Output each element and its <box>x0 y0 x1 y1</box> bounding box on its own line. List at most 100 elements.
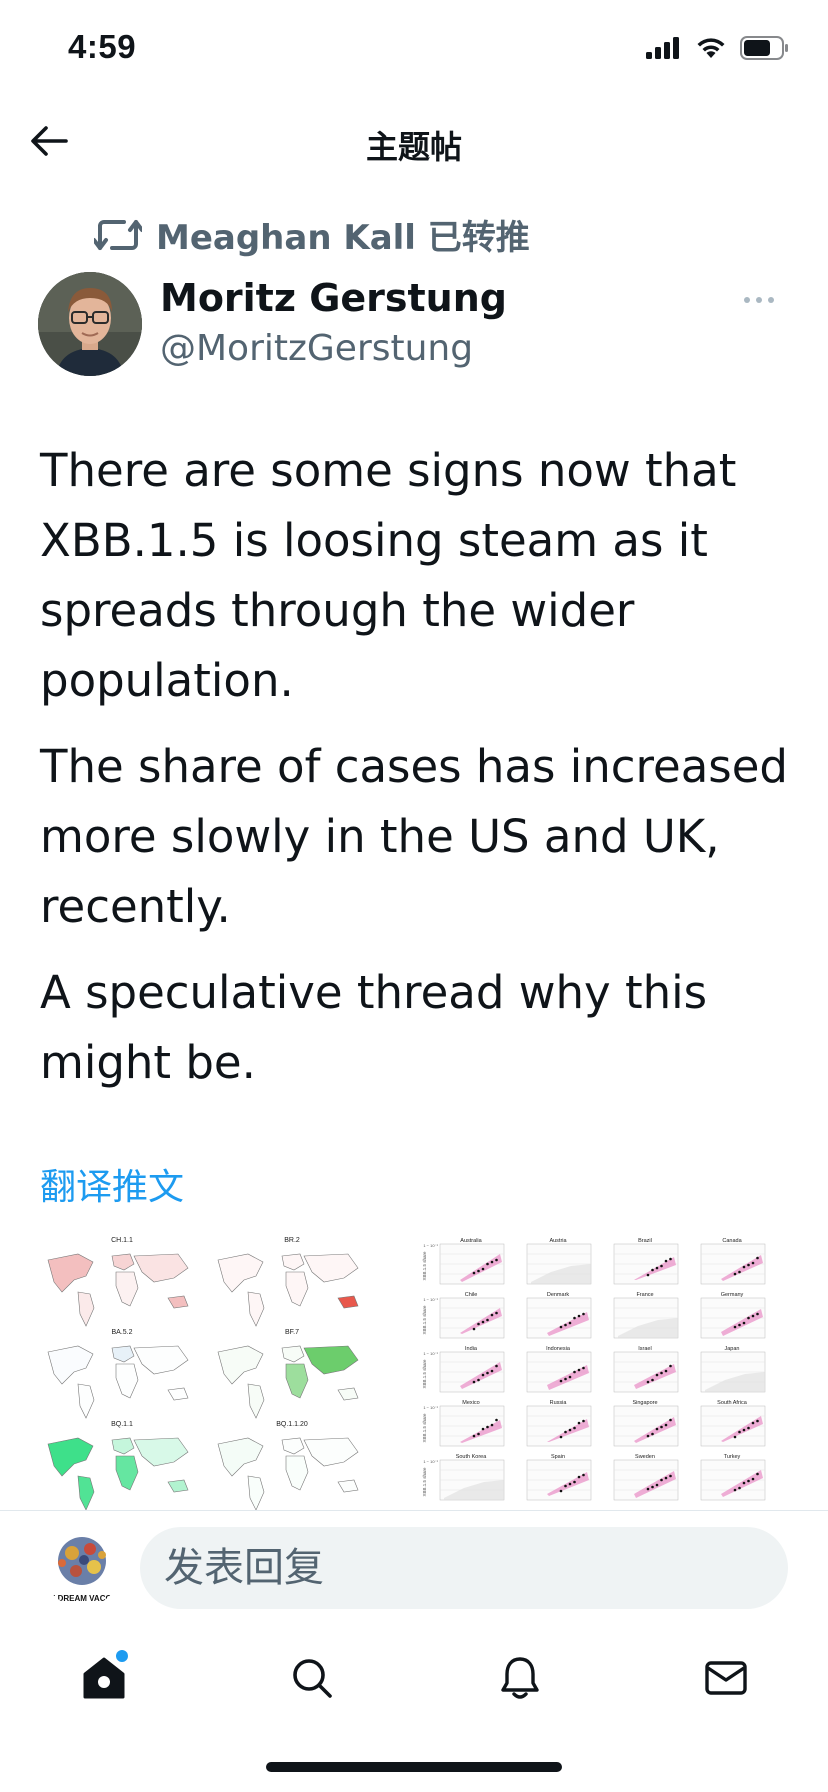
panel-point <box>738 1486 741 1490</box>
author-name[interactable]: Moritz Gerstung <box>160 276 507 320</box>
map-region <box>115 1271 139 1307</box>
panel-label: South Korea <box>456 1454 488 1460</box>
tab-messages[interactable] <box>696 1648 756 1708</box>
country-panel: India XBB.1.5 share 1 − 10⁻¹ <box>422 1346 505 1393</box>
panel-point <box>664 1259 668 1263</box>
map-region <box>133 1253 189 1283</box>
variant-maps-figure: CH.1.1 BR.2 BA.5.2 BF.7 BQ.1.1 BQ.1.1.20 <box>47 1237 359 1510</box>
panel-point <box>577 1368 581 1372</box>
variant-map: BF.7 <box>217 1329 359 1419</box>
panel-point <box>477 1432 480 1436</box>
media-image-maps[interactable]: CH.1.1 BR.2 BA.5.2 BF.7 BQ.1.1 BQ.1.1.20 <box>38 1232 412 1510</box>
map-label: CH.1.1 <box>111 1237 133 1244</box>
map-region <box>47 1437 94 1477</box>
country-panel: Chile XBB.1.5 share 1 − 10⁻¹ <box>422 1292 505 1339</box>
panel-label: Canada <box>722 1238 742 1244</box>
panel-point <box>582 1473 585 1477</box>
map-region <box>285 1363 309 1399</box>
panel-point <box>646 1434 650 1438</box>
panel-point <box>490 1313 494 1317</box>
panel-point <box>742 1481 746 1485</box>
panel-point <box>646 1273 650 1277</box>
map-label: BQ.1.1 <box>111 1421 133 1428</box>
translate-tweet-link[interactable]: 翻译推文 <box>40 1158 184 1210</box>
panel-point <box>481 1267 485 1271</box>
map-region <box>167 1295 189 1309</box>
panel-point <box>747 1263 750 1267</box>
panel-point <box>573 1316 576 1320</box>
variant-map: BQ.1.1.20 <box>217 1421 359 1510</box>
panel-point <box>481 1320 485 1324</box>
author-handle[interactable]: @MoritzGerstung <box>160 328 473 369</box>
panel-label: Turkey <box>724 1454 741 1460</box>
panel-point <box>751 1261 755 1265</box>
bell-icon <box>501 1657 539 1699</box>
panel-point <box>564 1484 567 1488</box>
panel-point <box>495 1258 498 1262</box>
tab-home[interactable] <box>74 1648 134 1708</box>
map-region <box>247 1383 265 1419</box>
panel-point <box>481 1373 485 1377</box>
panel-point <box>669 1474 672 1478</box>
panel-point <box>573 1480 576 1484</box>
map-region <box>303 1345 359 1375</box>
panel-point <box>559 1435 563 1439</box>
panel-label: Brazil <box>638 1238 652 1244</box>
panel-point <box>651 1485 654 1489</box>
panel-ytick: 1 − 10⁻¹ <box>423 1297 438 1302</box>
tweet-paragraph: There are some signs now that XBB.1.5 is… <box>40 444 737 707</box>
map-region <box>281 1437 305 1455</box>
panel-point <box>564 1430 567 1434</box>
map-label: BA.5.2 <box>111 1329 132 1336</box>
variant-map: CH.1.1 <box>47 1237 189 1327</box>
map-region <box>337 1295 359 1309</box>
share-panels-figure: Australia XBB.1.5 share 1 − 10⁻¹ Austria Bra… <box>422 1238 766 1501</box>
panel-point <box>660 1264 663 1268</box>
panel-point <box>577 1475 581 1479</box>
map-region <box>111 1345 135 1363</box>
tweet-paragraph: A speculative thread why this might be. <box>40 966 708 1089</box>
panel-point <box>472 1380 476 1384</box>
media-image-share-panels[interactable]: Australia XBB.1.5 share 1 − 10⁻¹ Austria Bra… <box>418 1232 790 1510</box>
panel-point <box>738 1323 741 1327</box>
tweet-media[interactable]: CH.1.1 BR.2 BA.5.2 BF.7 BQ.1.1 BQ.1.1.20 Aust… <box>38 1232 790 1510</box>
map-region <box>303 1253 359 1283</box>
more-options-button[interactable] <box>734 286 784 314</box>
more-dot <box>756 297 762 303</box>
panel-ytick: 1 − 10⁻¹ <box>423 1243 438 1248</box>
map-region <box>77 1291 95 1327</box>
tab-notifications[interactable] <box>490 1648 550 1708</box>
map-label: BQ.1.1.20 <box>276 1421 308 1428</box>
panel-point <box>747 1426 750 1430</box>
panel-point <box>559 1379 563 1383</box>
panel-label: Israel <box>638 1346 651 1352</box>
panel-point <box>495 1364 498 1368</box>
user-avatar[interactable]: THE DREAM VACCINE <box>42 1527 122 1607</box>
map-region <box>285 1271 309 1307</box>
retweet-indicator[interactable]: Meaghan Kall 已转推 <box>94 210 530 259</box>
country-panel: France <box>613 1292 679 1339</box>
map-region <box>337 1387 359 1401</box>
panel-point <box>756 1472 759 1476</box>
reply-input[interactable] <box>140 1527 788 1609</box>
panel-point <box>582 1419 585 1423</box>
country-panel: Austria <box>526 1238 592 1285</box>
panel-point <box>568 1375 572 1379</box>
panel-point <box>742 1265 746 1269</box>
panel-point <box>651 1378 654 1382</box>
panel-point <box>756 1312 759 1316</box>
panel-point <box>651 1268 654 1272</box>
author-avatar[interactable] <box>38 272 142 376</box>
tab-search[interactable] <box>282 1648 342 1708</box>
status-icons <box>646 36 790 60</box>
map-region <box>285 1455 309 1491</box>
country-panel: Turkey <box>700 1454 766 1501</box>
panel-label: Singapore <box>632 1400 657 1406</box>
panel-point <box>751 1477 755 1481</box>
map-region <box>167 1387 189 1401</box>
panel-point <box>486 1371 489 1375</box>
panel-ylabel: XBB.1.5 share <box>422 1359 427 1389</box>
panel-ytick: 1 − 10⁻¹ <box>423 1459 438 1464</box>
panel-point <box>477 1378 480 1382</box>
panel-point <box>655 1427 659 1431</box>
